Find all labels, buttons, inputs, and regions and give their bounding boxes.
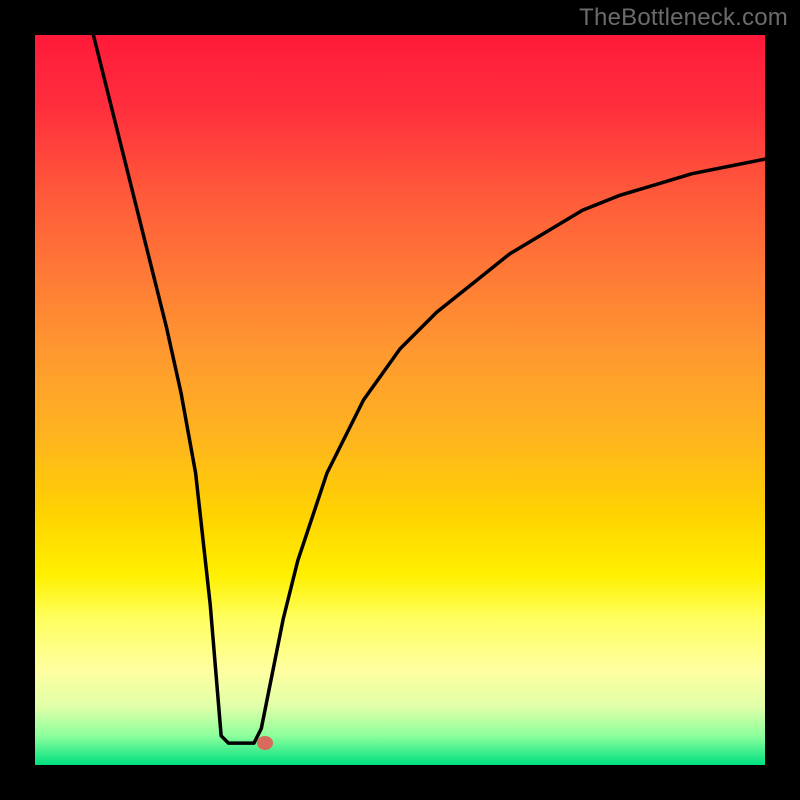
chart-frame: TheBottleneck.com [0, 0, 800, 800]
bottleneck-curve [93, 35, 765, 743]
optimal-point-marker [257, 736, 273, 750]
curve-svg [35, 35, 765, 765]
plot-area [35, 35, 765, 765]
watermark-text: TheBottleneck.com [579, 4, 788, 32]
